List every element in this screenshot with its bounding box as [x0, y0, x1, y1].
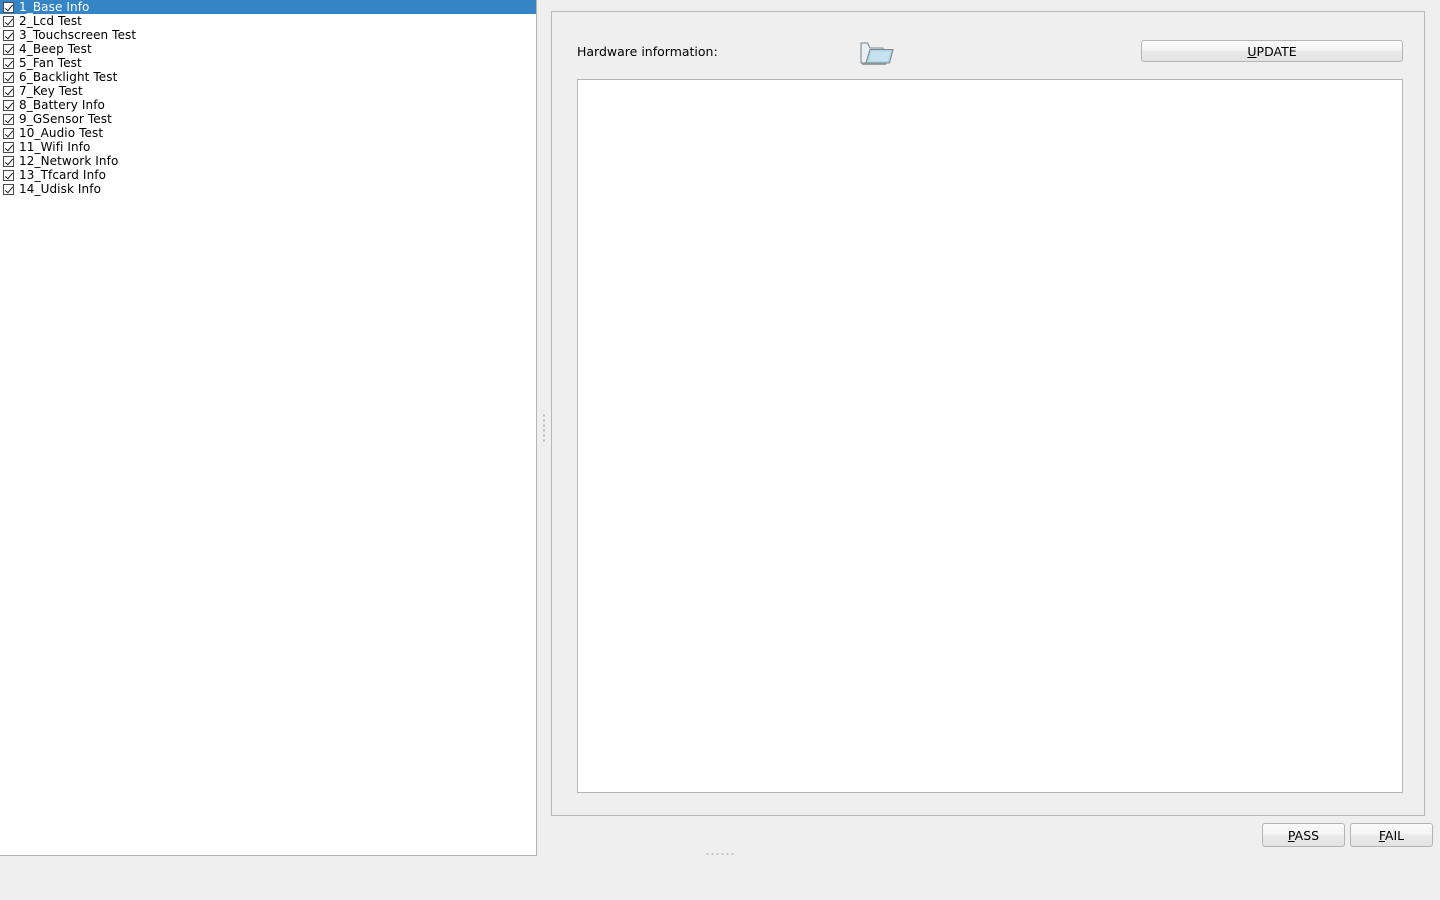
pass-button[interactable]: PASS: [1262, 823, 1345, 847]
list-item-label: 8_Battery Info: [19, 98, 105, 112]
list-item-label: 9_GSensor Test: [19, 112, 112, 126]
fail-button[interactable]: FAIL: [1350, 823, 1433, 847]
checkmark-icon[interactable]: [3, 155, 14, 167]
list-item-label: 5_Fan Test: [19, 56, 82, 70]
pass-button-label: PASS: [1287, 827, 1320, 843]
list-item-label: 10_Audio Test: [19, 126, 104, 140]
list-item[interactable]: 5_Fan Test: [0, 56, 536, 70]
open-folder-icon[interactable]: [857, 36, 895, 70]
checkmark-icon[interactable]: [3, 71, 14, 83]
checkmark-icon[interactable]: [3, 183, 14, 195]
list-item[interactable]: 4_Beep Test: [0, 42, 536, 56]
list-item[interactable]: 9_GSensor Test: [0, 112, 536, 126]
checkmark-icon[interactable]: [3, 99, 14, 111]
list-item-label: 11_Wifi Info: [19, 140, 91, 154]
list-item-label: 7_Key Test: [19, 84, 83, 98]
list-item-label: 1_Base Info: [19, 0, 90, 14]
hardware-information-label: Hardware information:: [577, 44, 718, 59]
checkmark-icon[interactable]: [3, 127, 14, 139]
checkmark-icon[interactable]: [3, 29, 14, 41]
vertical-splitter[interactable]: [537, 0, 550, 856]
list-item[interactable]: 3_Touchscreen Test: [0, 28, 536, 42]
checkmark-icon[interactable]: [3, 141, 14, 153]
splitter-grip-horizontal-icon: [706, 853, 734, 855]
list-item[interactable]: 8_Battery Info: [0, 98, 536, 112]
checkmark-icon[interactable]: [3, 85, 14, 97]
list-item[interactable]: 2_Lcd Test: [0, 14, 536, 28]
checkmark-icon[interactable]: [3, 1, 14, 13]
list-item[interactable]: 10_Audio Test: [0, 126, 536, 140]
list-item[interactable]: 6_Backlight Test: [0, 70, 536, 84]
splitter-grip-icon: [542, 414, 545, 442]
list-item[interactable]: 7_Key Test: [0, 84, 536, 98]
list-item-label: 4_Beep Test: [19, 42, 92, 56]
list-item-label: 12_Network Info: [19, 154, 119, 168]
list-item-label: 2_Lcd Test: [19, 14, 82, 28]
list-item[interactable]: 11_Wifi Info: [0, 140, 536, 154]
checkmark-icon[interactable]: [3, 43, 14, 55]
test-list[interactable]: 1_Base Info 2_Lcd Test 3_Touchscreen Test 4…: [0, 0, 536, 196]
list-item[interactable]: 13_Tfcard Info: [0, 168, 536, 182]
test-list-panel: 1_Base Info 2_Lcd Test 3_Touchscreen Test 4…: [0, 0, 537, 856]
bottom-toolbar: Select All Select None Upload Check Vers…: [0, 860, 1440, 900]
checkmark-icon[interactable]: [3, 57, 14, 69]
list-item-label: 13_Tfcard Info: [19, 168, 107, 182]
list-item-label: 14_Udisk Info: [19, 182, 102, 196]
update-button-label: UPDATE: [1247, 43, 1297, 59]
list-item-label: 6_Backlight Test: [19, 70, 118, 84]
hardware-info-textarea[interactable]: [577, 79, 1403, 793]
hardware-info-panel: Hardware information: UPDATE: [551, 11, 1425, 816]
update-button[interactable]: UPDATE: [1141, 40, 1403, 62]
result-button-row: PASS FAIL: [1262, 823, 1433, 847]
list-item[interactable]: 14_Udisk Info: [0, 182, 536, 196]
checkmark-icon[interactable]: [3, 169, 14, 181]
list-item[interactable]: 12_Network Info: [0, 154, 536, 168]
checkmark-icon[interactable]: [3, 15, 14, 27]
list-item[interactable]: 1_Base Info: [0, 0, 536, 14]
factory-test-window: 1_Base Info 2_Lcd Test 3_Touchscreen Test 4…: [0, 0, 1440, 900]
fail-button-label: FAIL: [1378, 827, 1405, 843]
list-item-label: 3_Touchscreen Test: [19, 28, 137, 42]
checkmark-icon[interactable]: [3, 113, 14, 125]
horizontal-splitter[interactable]: [551, 848, 891, 860]
